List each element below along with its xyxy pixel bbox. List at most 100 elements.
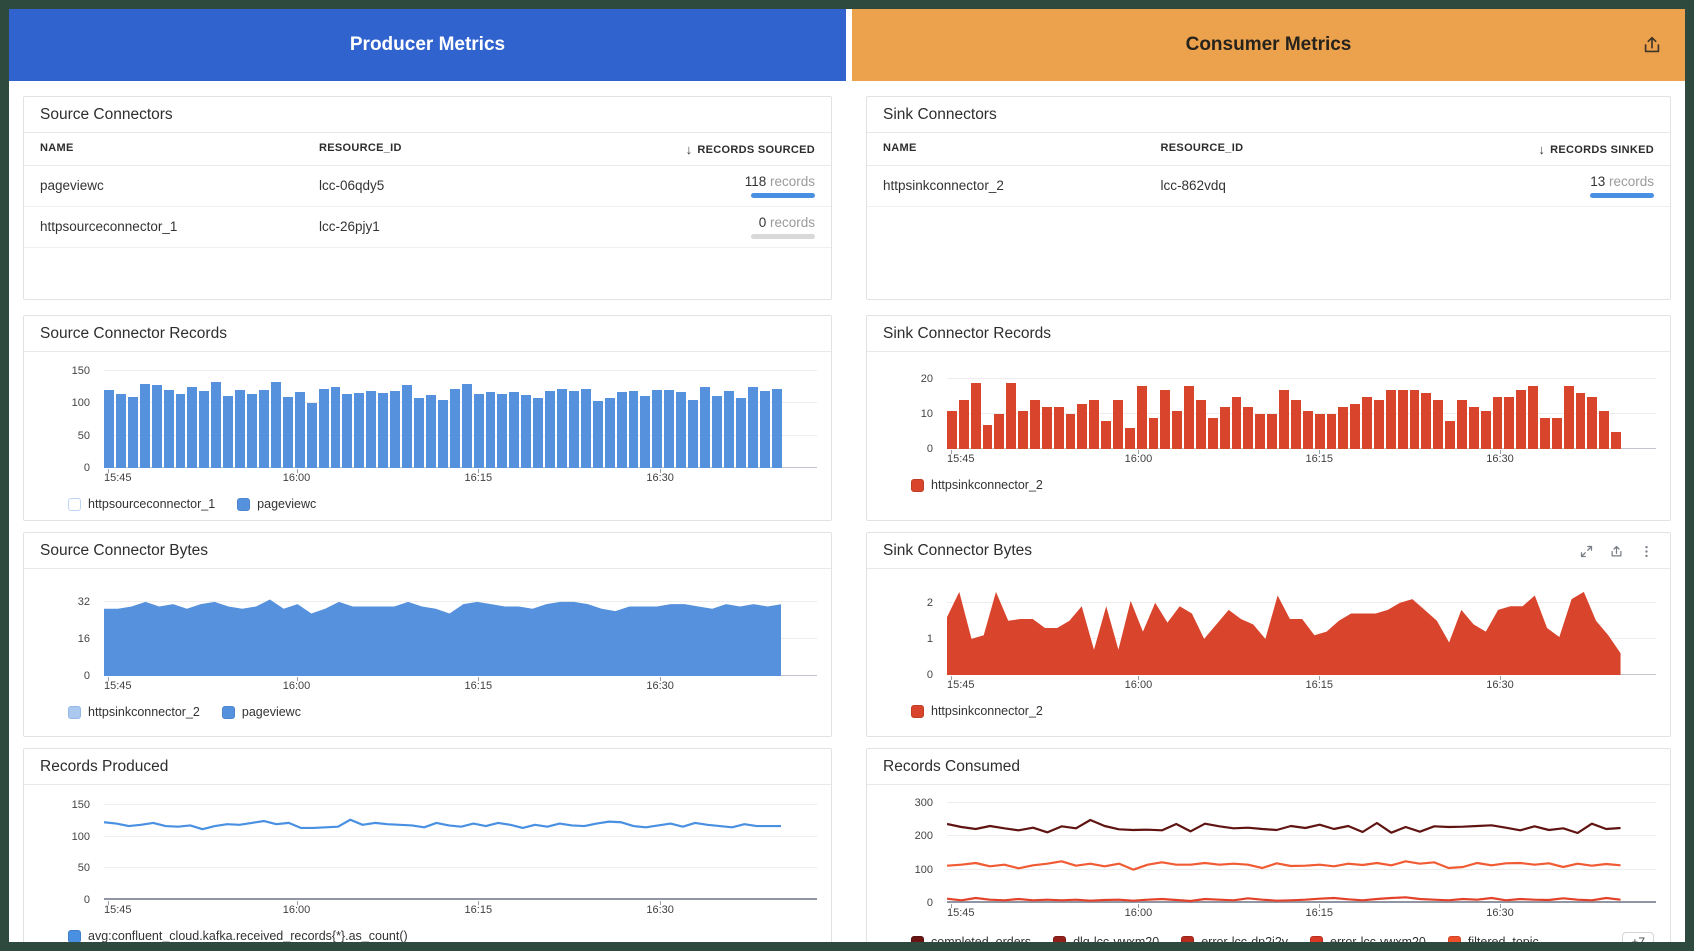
legend-item[interactable]: httpsourceconnector_1 [68, 497, 215, 511]
bar [450, 389, 460, 468]
bar [1030, 400, 1040, 449]
bar [1374, 400, 1384, 449]
records-unit: records [766, 215, 815, 230]
bar [1528, 386, 1538, 449]
legend-checkbox-unchecked-icon [68, 498, 81, 511]
bar [474, 394, 484, 468]
sink-connectors-table: httpsinkconnector_2lcc-862vdq13 records [867, 166, 1670, 207]
y-tick-label: 0 [927, 442, 933, 456]
bar [1054, 407, 1064, 449]
y-tick-label: 100 [72, 830, 90, 844]
bar [366, 391, 376, 468]
bar [1457, 400, 1467, 449]
legend-swatch-icon [237, 498, 250, 511]
consumer-panel: Consumer Metrics Sink Connectors NAME RE… [852, 9, 1685, 942]
export-icon[interactable] [1641, 34, 1663, 56]
x-tick-label: 16:00 [283, 680, 311, 692]
legend-swatch-icon [911, 479, 924, 492]
column-records-sourced[interactable]: ↓ RECORDS SOURCED [598, 142, 815, 157]
bar [223, 396, 233, 468]
bar [1113, 400, 1123, 449]
legend-item[interactable]: error-lcc-vwxm20 [1310, 935, 1426, 942]
legend-label: completed_orders [931, 935, 1031, 942]
bar [271, 382, 281, 468]
legend-swatch-icon [1310, 936, 1323, 943]
card-title: Records Consumed [883, 758, 1020, 776]
producer-header: Producer Metrics [9, 9, 846, 81]
bar [402, 385, 412, 468]
x-tick-label: 16:15 [465, 904, 493, 916]
column-records-sinked[interactable]: ↓ RECORDS SINKED [1438, 142, 1654, 157]
x-tick-label: 16:30 [646, 680, 674, 692]
bar [283, 397, 293, 468]
bar [1089, 400, 1099, 449]
legend-item[interactable]: pageviewc [237, 497, 316, 511]
bar [617, 392, 627, 468]
column-name: NAME [40, 142, 319, 157]
bar [235, 390, 245, 468]
legend-swatch-icon [68, 930, 81, 943]
y-tick-label: 0 [84, 461, 90, 475]
bar [521, 395, 531, 468]
bar [497, 394, 507, 468]
bar [104, 390, 114, 468]
x-tick-label: 16:15 [1305, 679, 1333, 691]
source-connector-records-chart: 150100500 [24, 352, 831, 468]
legend-item[interactable]: httpsinkconnector_2 [68, 705, 200, 719]
chart-legend: httpsinkconnector_2 [911, 478, 1654, 492]
card-toolbar [1579, 544, 1654, 559]
x-tick-label: 16:15 [465, 472, 493, 484]
legend-item[interactable]: error-lcc-dp2j2y [1181, 935, 1288, 942]
bar [959, 400, 969, 449]
kebab-menu-icon[interactable] [1639, 544, 1654, 559]
legend-more-badge[interactable]: +7 [1622, 932, 1654, 942]
bar [1327, 414, 1337, 449]
chart-plot [947, 797, 1656, 903]
y-tick-label: 150 [72, 798, 90, 812]
bar [426, 395, 436, 468]
bar [994, 414, 1004, 449]
connector-name: httpsinkconnector_2 [883, 174, 1161, 193]
sink-connector-bytes-chart: 210 [867, 569, 1670, 675]
resource-id: lcc-862vdq [1161, 174, 1439, 193]
legend-item[interactable]: dlq-lcc-vwxm20 [1053, 935, 1159, 942]
card-title: Records Produced [40, 758, 168, 776]
bar [724, 391, 734, 468]
bar [1481, 411, 1491, 449]
records-bar [751, 193, 815, 198]
legend-item[interactable]: avg:confluent_cloud.kafka.received_recor… [68, 929, 408, 942]
legend-item[interactable]: httpsinkconnector_2 [911, 704, 1043, 718]
legend-item[interactable]: completed_orders [911, 935, 1031, 942]
bar [1125, 428, 1135, 449]
y-tick-label: 0 [84, 893, 90, 907]
table-row: pageviewclcc-06qdy5118 records [24, 166, 831, 207]
legend-item[interactable]: pageviewc [222, 705, 301, 719]
bar [1493, 397, 1503, 449]
card-title: Source Connector Records [40, 325, 227, 343]
x-tick-label: 15:45 [947, 679, 975, 691]
legend-label: pageviewc [257, 497, 316, 511]
bar [295, 392, 305, 468]
bar [342, 394, 352, 468]
legend-item[interactable]: httpsinkconnector_2 [911, 478, 1043, 492]
bar [1433, 400, 1443, 449]
fullscreen-icon[interactable] [1579, 544, 1594, 559]
producer-panel: Producer Metrics Source Connectors NAME … [9, 9, 846, 942]
records-produced-card: Records Produced 150100500 15:4516:0016:… [23, 748, 832, 942]
chart-legend: completed_orders dlq-lcc-vwxm20 error-lcc-… [911, 932, 1654, 942]
x-tick-label: 15:45 [104, 904, 132, 916]
legend-item[interactable]: filtered_topic [1448, 935, 1539, 942]
export-icon[interactable] [1609, 544, 1624, 559]
legend-swatch-icon [911, 936, 924, 943]
consumer-title: Consumer Metrics [1186, 34, 1352, 56]
x-tick-label: 15:45 [947, 453, 975, 465]
bar [1149, 418, 1159, 449]
chart-plot [947, 364, 1656, 449]
bar [247, 394, 257, 468]
x-tick-label: 16:15 [1305, 453, 1333, 465]
x-axis-labels: 15:4516:0016:1516:30 [104, 472, 817, 488]
bar [712, 396, 722, 468]
bar [1516, 390, 1526, 449]
bar [307, 403, 317, 468]
records-cell: 118 records [598, 174, 815, 198]
